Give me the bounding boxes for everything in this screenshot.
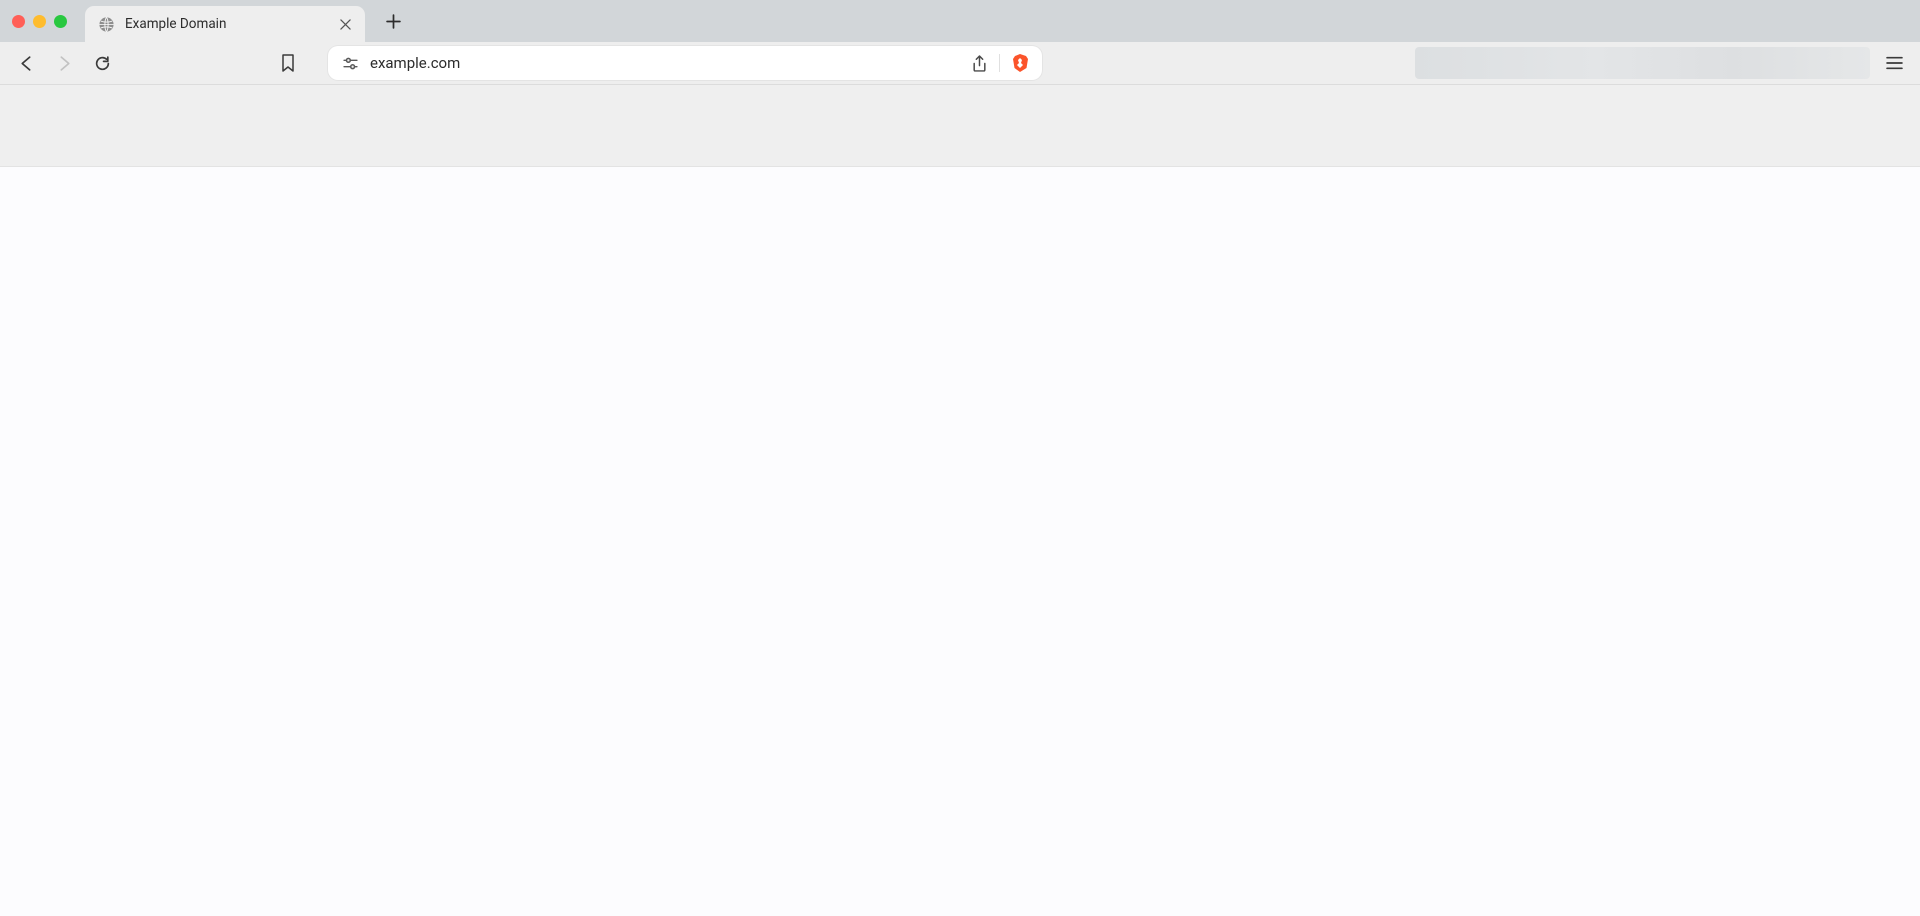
globe-icon [97,15,115,33]
tune-icon[interactable] [340,53,360,73]
toolbar: example.com [0,42,1920,85]
window-close-button[interactable] [12,15,25,28]
window-minimize-button[interactable] [33,15,46,28]
browser-tab[interactable]: Example Domain [85,6,365,42]
tab-title: Example Domain [125,16,337,32]
window-zoom-button[interactable] [54,15,67,28]
tab-close-button[interactable] [337,16,353,32]
redacted-region [1415,47,1870,79]
url-text: example.com [370,54,961,72]
new-tab-button[interactable] [379,7,407,35]
tab-strip: Example Domain [0,0,1920,42]
divider [999,54,1000,72]
bookmark-button[interactable] [272,47,304,79]
bookmarks-bar [0,85,1920,167]
page-content [0,167,1920,916]
window-controls [12,15,67,28]
forward-button[interactable] [48,47,80,79]
menu-button[interactable] [1878,47,1910,79]
back-button[interactable] [10,47,42,79]
brave-shield-icon[interactable] [1010,53,1030,73]
address-bar[interactable]: example.com [328,46,1042,80]
toolbar-right [1048,47,1910,79]
reload-button[interactable] [86,47,118,79]
share-icon[interactable] [969,53,989,73]
